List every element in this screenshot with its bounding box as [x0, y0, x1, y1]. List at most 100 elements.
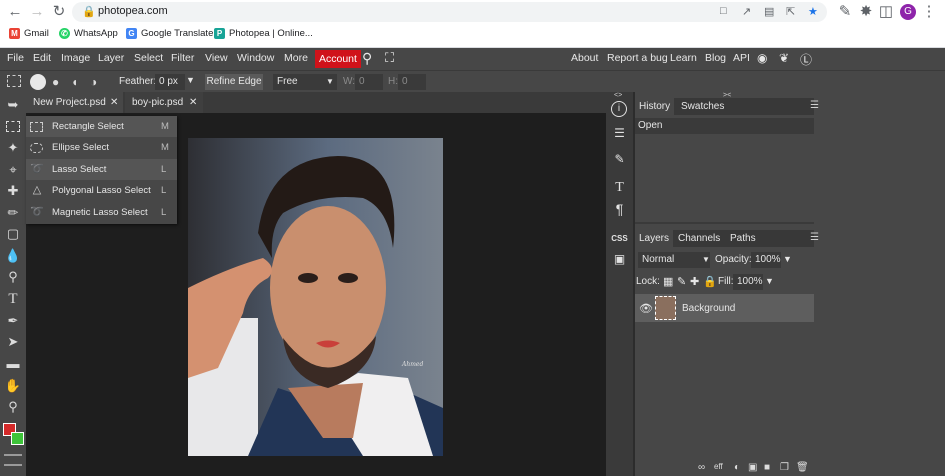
twitter-icon[interactable]: ❦	[779, 51, 789, 65]
mask-icon[interactable]: ▣	[748, 462, 757, 473]
info-icon[interactable]: i	[611, 101, 627, 117]
history-item[interactable]: Open	[635, 118, 814, 134]
layers-menu-icon[interactable]: ☰	[810, 232, 819, 243]
fill-input[interactable]: 100%	[733, 274, 763, 290]
blend-mode-select[interactable]: Normal ▼	[638, 252, 710, 268]
menu-report-bug[interactable]: Report a bug	[607, 52, 668, 64]
eraser-tool-icon[interactable]: ▢	[4, 225, 22, 243]
reddit-icon[interactable]: ◉	[757, 51, 767, 65]
install-icon[interactable]: □	[720, 5, 727, 17]
css-icon[interactable]: CSS	[610, 229, 629, 248]
background-color-swatch[interactable]	[11, 432, 24, 445]
adjustment-icon[interactable]: ◐	[734, 462, 740, 473]
tab-new-project[interactable]: New Project.psd ✕	[26, 92, 123, 113]
subtract-selection-icon[interactable]: ◖	[71, 75, 86, 89]
url-text[interactable]: photopea.com	[98, 5, 168, 17]
type-tool-icon[interactable]: T	[4, 290, 22, 308]
pen-tool-icon[interactable]: ✒	[4, 312, 22, 330]
tab-layers[interactable]: Layers	[635, 230, 674, 247]
menu-image[interactable]: Image	[61, 52, 90, 64]
menu-window[interactable]: Window	[237, 52, 274, 64]
history-menu-icon[interactable]: ☰	[810, 100, 819, 111]
link-layers-icon[interactable]: ∞	[698, 462, 705, 473]
menu-file[interactable]: File	[7, 52, 24, 64]
lock-paint-icon[interactable]: ✎	[677, 275, 686, 288]
back-icon[interactable]: ←	[6, 3, 24, 21]
lock-move-icon[interactable]: ✚	[690, 275, 699, 288]
menu-layer[interactable]: Layer	[98, 52, 124, 64]
brush-settings-icon[interactable]: ✎	[610, 150, 629, 169]
pen-extension-icon[interactable]: ✎	[836, 3, 854, 21]
feather-input[interactable]: 0 px	[155, 74, 185, 90]
shape-tool-icon[interactable]: ▬	[4, 355, 22, 373]
open-in-app-icon[interactable]: ↗	[742, 5, 751, 18]
browser-menu-icon[interactable]: ⋮	[920, 3, 938, 21]
feather-dropdown-icon[interactable]: ▼	[186, 75, 195, 85]
extensions-icon[interactable]: ✸	[857, 3, 875, 21]
close-icon[interactable]: ✕	[189, 92, 197, 113]
fullscreen-icon[interactable]: ⛶	[385, 50, 394, 66]
address-bar[interactable]: 🔒 photopea.com □ ↗ ▤ ⇱ ★	[72, 2, 827, 22]
menu-learn[interactable]: Learn	[670, 52, 697, 64]
fill-dropdown-icon[interactable]: ▼	[765, 276, 774, 286]
refine-edge-button[interactable]: Refine Edge	[205, 74, 263, 90]
image-icon[interactable]: ▣	[610, 250, 629, 269]
new-selection-icon[interactable]	[30, 74, 46, 90]
menu-item-magnetic-lasso-select[interactable]: ➰ Magnetic Lasso Select L	[26, 202, 177, 223]
collapse-icon[interactable]: <>	[614, 92, 622, 99]
crop-tool-icon[interactable]: ⌖	[4, 161, 22, 179]
lock-icon[interactable]: 🔒	[82, 5, 96, 18]
page-icon[interactable]: ▤	[764, 5, 774, 18]
star-icon[interactable]: ★	[808, 5, 818, 18]
new-layer-icon[interactable]: ❐	[780, 462, 789, 473]
sidebar-icon[interactable]: ◫	[877, 3, 895, 21]
magic-wand-icon[interactable]: ✦	[4, 139, 22, 157]
forward-icon[interactable]: →	[28, 3, 46, 21]
share-icon[interactable]: ⇱	[786, 5, 795, 18]
zoom-tool-icon[interactable]: ⚲	[4, 398, 22, 416]
menu-edit[interactable]: Edit	[33, 52, 51, 64]
menu-more[interactable]: More	[284, 52, 308, 64]
add-selection-icon[interactable]: ●	[52, 75, 67, 89]
menu-item-lasso-select[interactable]: ➰ Lasso Select L	[26, 159, 177, 180]
character-icon[interactable]: T	[610, 178, 629, 197]
tab-history[interactable]: History	[635, 98, 675, 115]
facebook-icon[interactable]: Ⓛ	[800, 51, 812, 68]
quick-mask-icon[interactable]	[4, 454, 22, 466]
bookmark-google-translate[interactable]: G Google Translate	[126, 28, 213, 39]
menu-select[interactable]: Select	[134, 52, 163, 64]
marquee-tool-icon[interactable]	[7, 75, 21, 87]
visibility-eye-icon[interactable]: 👁	[639, 302, 653, 315]
menu-item-polygonal-lasso-select[interactable]: △ Polygonal Lasso Select L	[26, 180, 177, 201]
menu-blog[interactable]: Blog	[705, 52, 726, 64]
close-icon[interactable]: ✕	[110, 92, 118, 113]
dodge-tool-icon[interactable]: ⚲	[4, 268, 22, 286]
width-input[interactable]: 0	[355, 74, 383, 90]
opacity-input[interactable]: 100%	[751, 252, 781, 268]
menu-item-rectangle-select[interactable]: Rectangle Select M	[26, 116, 177, 137]
layer-row[interactable]: 👁 Background	[635, 294, 814, 322]
group-folder-icon[interactable]: ■	[764, 462, 770, 473]
tab-channels[interactable]: Channels	[674, 230, 724, 247]
style-select[interactable]: Free ▼	[273, 74, 337, 90]
path-select-icon[interactable]: ➤	[4, 333, 22, 351]
opacity-dropdown-icon[interactable]: ▼	[783, 254, 792, 264]
reload-icon[interactable]: ↻	[50, 3, 68, 21]
properties-icon[interactable]: ☰	[610, 124, 629, 143]
move-tool-icon[interactable]: ➥	[4, 96, 22, 114]
menu-filter[interactable]: Filter	[171, 52, 194, 64]
lock-transparency-icon[interactable]: ▦	[663, 275, 673, 288]
document-photo[interactable]: Ahmed	[188, 138, 443, 456]
healing-brush-icon[interactable]: ✚	[4, 182, 22, 200]
bookmark-photopea[interactable]: P Photopea | Online...	[214, 28, 313, 39]
hand-tool-icon[interactable]: ✋	[4, 377, 22, 395]
menu-item-ellipse-select[interactable]: Ellipse Select M	[26, 137, 177, 158]
brush-tool-icon[interactable]: ✏	[4, 204, 22, 222]
intersect-selection-icon[interactable]: ◑	[90, 75, 105, 89]
tab-boy-pic[interactable]: boy-pic.psd ✕	[125, 92, 203, 113]
blur-tool-icon[interactable]: 💧	[4, 247, 22, 265]
menu-about[interactable]: About	[571, 52, 598, 64]
effects-icon[interactable]: eff	[714, 462, 723, 471]
menu-api[interactable]: API	[733, 52, 750, 64]
tab-swatches[interactable]: Swatches	[677, 98, 728, 115]
